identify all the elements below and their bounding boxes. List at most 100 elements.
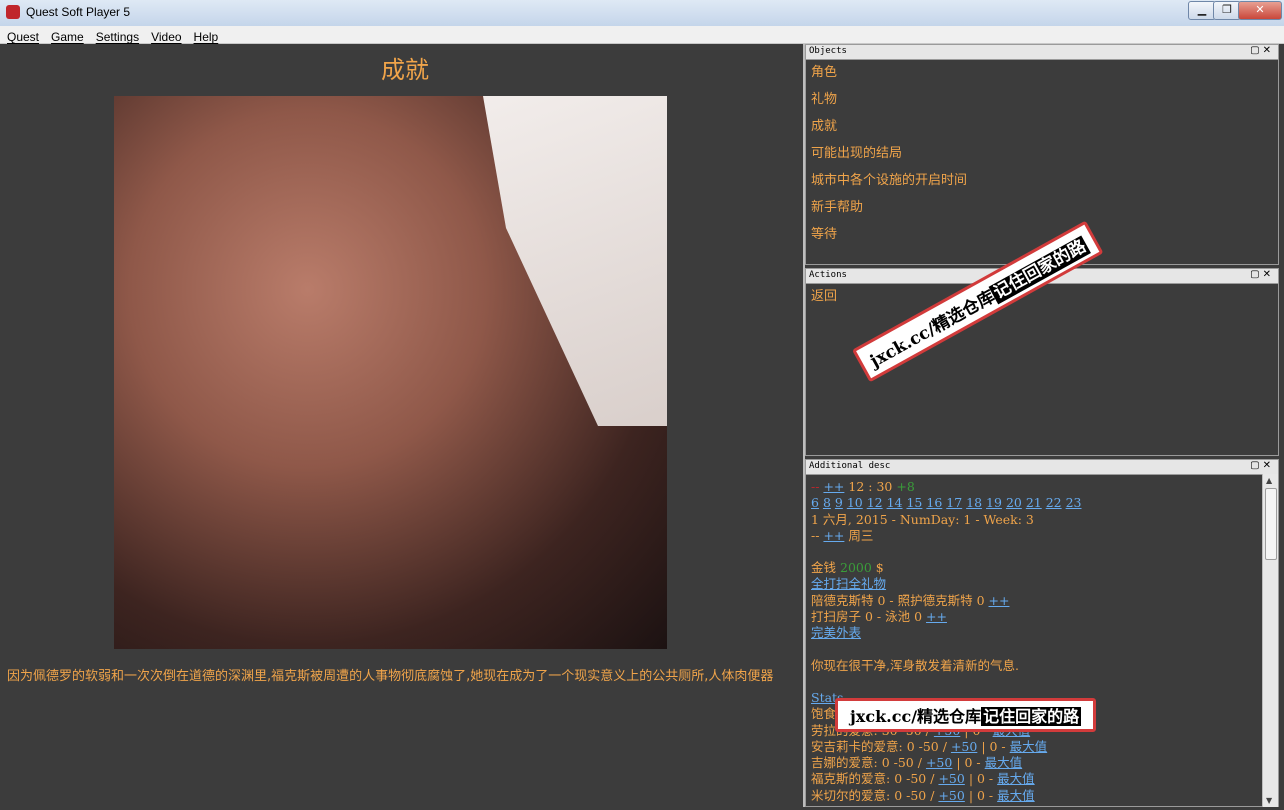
object-item-gifts[interactable]: 礼物 (811, 91, 1278, 118)
story-text: 因为佩德罗的软弱和一次次倒在道德的深渊里,福克斯被周遭的人事物彻底腐蚀了,她现在… (7, 669, 774, 684)
object-item-endings[interactable]: 可能出现的结局 (811, 145, 1278, 172)
menu-game[interactable]: Game (44, 29, 89, 44)
scroll-up-icon[interactable]: ▲ (1266, 476, 1272, 485)
additional-desc-panel: Additional desc ▢✕ -- ++ 12 : 30 +8 6 8 … (805, 459, 1279, 807)
desc-scrollbar[interactable]: ▲ ▼ (1262, 474, 1278, 807)
dexter-text: 陪德克斯特 0 - 照护德克斯特 0 (811, 592, 985, 608)
hour-link[interactable]: 12 (867, 495, 883, 510)
day-back-link[interactable]: -- (811, 528, 819, 543)
panel-buttons[interactable]: ▢✕ (1250, 45, 1274, 56)
hour-link[interactable]: 22 (1046, 495, 1062, 510)
character-photo (114, 96, 667, 649)
hour-link[interactable]: 21 (1026, 495, 1042, 510)
clean-status: 你现在很干净,浑身散发着清新的气息. (811, 657, 1019, 673)
object-item-opening-hours[interactable]: 城市中各个设施的开启时间 (811, 172, 1278, 199)
love-label: 米切尔的爱意: (811, 787, 891, 803)
love-plus-link[interactable]: +50 (938, 771, 964, 786)
restore-button[interactable]: ❐ (1213, 1, 1241, 20)
love-plus-link[interactable]: +50 (926, 755, 952, 770)
menu-settings[interactable]: Settings (89, 29, 144, 44)
scroll-thumb[interactable] (1265, 488, 1277, 560)
watermark-banner: jxck.cc/精选仓库 记住回家的路 (835, 698, 1097, 732)
objects-panel-title: Objects (809, 46, 847, 56)
love-value: 0 -50 / (906, 738, 947, 754)
all-gifts-link[interactable]: 全礼物 (849, 576, 887, 591)
watermark-slogan: 记住回家的路 (981, 707, 1082, 726)
love-rest: | 0 - (968, 787, 994, 803)
love-max-link[interactable]: 最大值 (985, 755, 1023, 770)
love-value: 0 -50 / (894, 787, 935, 803)
love-row: 福克斯的爱意: 0 -50 / +50 | 0 - 最大值 (811, 771, 1278, 787)
desc-content: -- ++ 12 : 30 +8 6 8 9 10 12 14 15 16 17… (806, 475, 1278, 810)
money-label: 金钱 (811, 560, 837, 576)
panel-buttons[interactable]: ▢✕ (1250, 460, 1274, 471)
love-max-link[interactable]: 最大值 (1010, 739, 1048, 754)
love-value: 0 -50 / (881, 755, 922, 771)
page-title: 成就 (381, 56, 429, 84)
hour-links: 6 8 9 10 12 14 15 16 17 18 19 20 21 22 2… (811, 495, 1278, 511)
clean-all-link[interactable]: 全打扫 (811, 576, 849, 591)
love-row: 吉娜的爱意: 0 -50 / +50 | 0 - 最大值 (811, 755, 1278, 771)
hour-link[interactable]: 16 (926, 495, 942, 510)
watermark-site: jxck.cc/精选仓库 (850, 707, 982, 726)
money-value: 2000 (840, 560, 872, 576)
hour-link[interactable]: 17 (946, 495, 962, 510)
clean-row: 打扫房子 0 - 泳池 0 ++ (811, 609, 1278, 625)
weekday: 周三 (848, 527, 874, 543)
hour-link[interactable]: 19 (986, 495, 1002, 510)
love-label: 吉娜的爱意: (811, 755, 878, 771)
minimize-button[interactable]: ▁ (1188, 1, 1216, 20)
menu-bar: Quest Game Settings Video Help (0, 26, 1284, 44)
scroll-down-icon[interactable]: ▼ (1266, 796, 1272, 805)
hour-link[interactable]: 20 (1006, 495, 1022, 510)
time-extra: +8 (896, 479, 915, 494)
love-row: 米切尔的爱意: 0 -50 / +50 | 0 - 最大值 (811, 788, 1278, 804)
love-label: 饱食 (811, 706, 837, 722)
desc-panel-header: Additional desc ▢✕ (806, 460, 1278, 475)
panel-buttons[interactable]: ▢✕ (1250, 269, 1274, 280)
hour-link[interactable]: 9 (835, 495, 843, 510)
weekday-row: -- ++ 周三 (811, 528, 1278, 544)
hour-link[interactable]: 6 (811, 495, 819, 510)
object-item-characters[interactable]: 角色 (811, 64, 1278, 91)
action-item-back[interactable]: 返回 (811, 288, 1278, 315)
menu-video[interactable]: Video (144, 29, 186, 44)
hour-link[interactable]: 14 (887, 495, 903, 510)
dexter-plus-link[interactable]: ++ (989, 593, 1010, 608)
objects-panel-header: Objects ▢✕ (806, 45, 1278, 60)
window-title: Quest Soft Player 5 (26, 5, 131, 19)
clean-plus-link[interactable]: ++ (926, 609, 947, 624)
date-line: 1 六月, 2015 - NumDay: 1 - Week: 3 (811, 511, 1034, 527)
app-icon (6, 5, 20, 19)
love-rest: | 0 - (968, 771, 994, 787)
menu-quest[interactable]: Quest (0, 29, 44, 44)
love-rest: | 0 - (981, 738, 1006, 754)
money-row: 金钱 2000 $ (811, 560, 1278, 576)
love-plus-link[interactable]: +50 (951, 739, 977, 754)
love-value: 0 -50 / (894, 771, 935, 787)
love-label: 福克斯的爱意: (811, 771, 891, 787)
hour-link[interactable]: 18 (966, 495, 982, 510)
hour-link[interactable]: 8 (823, 495, 831, 510)
object-item-achievements[interactable]: 成就 (811, 118, 1278, 145)
cheat-links: 全打扫全礼物 (811, 576, 1278, 592)
day-forward-link[interactable]: ++ (823, 528, 844, 543)
time-back-link[interactable]: -- (811, 479, 819, 494)
hour-link[interactable]: 15 (906, 495, 922, 510)
love-max-link[interactable]: 最大值 (997, 788, 1035, 803)
dexter-row: 陪德克斯特 0 - 照护德克斯特 0 ++ (811, 593, 1278, 609)
actions-panel-title: Actions (809, 270, 847, 280)
close-button[interactable]: ✕ (1238, 1, 1282, 20)
clean-text: 打扫房子 0 - 泳池 0 (811, 609, 923, 625)
perfect-look-link[interactable]: 完美外表 (811, 625, 861, 640)
love-max-link[interactable]: 最大值 (997, 771, 1035, 786)
love-row: 安吉莉卡的爱意: 0 -50 / +50 | 0 - 最大值 (811, 739, 1278, 755)
current-time: 12 : 30 (848, 479, 893, 494)
love-plus-link[interactable]: +50 (938, 788, 964, 803)
hour-link[interactable]: 23 (1066, 495, 1082, 510)
time-forward-link[interactable]: ++ (823, 479, 844, 494)
object-item-help[interactable]: 新手帮助 (811, 199, 1278, 226)
hour-link[interactable]: 10 (847, 495, 863, 510)
money-unit: $ (875, 560, 884, 576)
menu-help[interactable]: Help (187, 29, 224, 44)
